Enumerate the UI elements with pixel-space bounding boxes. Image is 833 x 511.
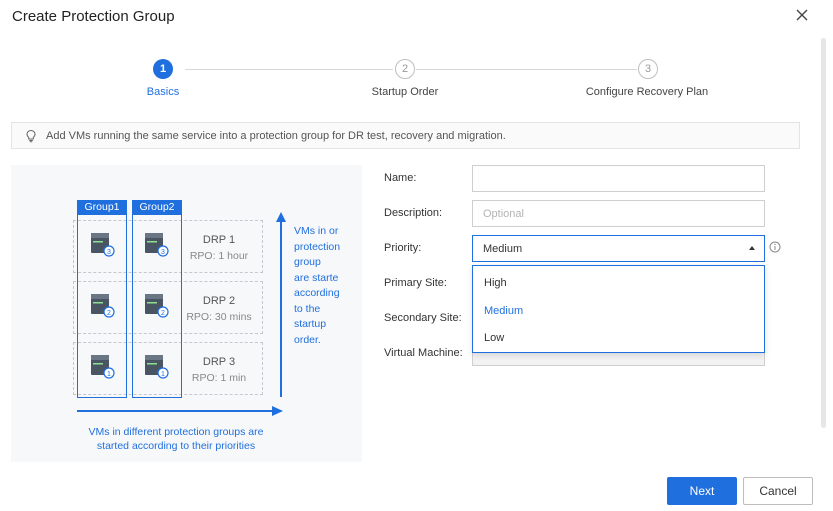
info-icon[interactable] bbox=[769, 241, 781, 253]
server-badge: 3 bbox=[161, 249, 165, 256]
arrow-right-icon bbox=[77, 406, 283, 416]
scrollbar[interactable] bbox=[821, 38, 826, 428]
priority-label: Priority: bbox=[384, 242, 422, 254]
caption-line: protection bbox=[294, 240, 341, 253]
next-button[interactable]: Next bbox=[667, 477, 737, 505]
caption-line: are starte bbox=[294, 271, 339, 284]
caption-line: VMs in or bbox=[294, 225, 339, 237]
server-icon: 2 bbox=[91, 294, 115, 318]
priority-option-low[interactable]: Low bbox=[484, 332, 504, 344]
priority-select[interactable]: Medium bbox=[472, 235, 765, 262]
priority-option-medium[interactable]: Medium bbox=[484, 305, 523, 317]
caption-line: to the bbox=[294, 302, 321, 315]
server-badge: 3 bbox=[107, 249, 111, 256]
step-1-label: Basics bbox=[146, 86, 180, 98]
step-connector bbox=[416, 69, 637, 70]
name-input[interactable] bbox=[472, 165, 765, 192]
cancel-button[interactable]: Cancel bbox=[743, 477, 813, 505]
hint-text: Add VMs running the same service into a … bbox=[46, 129, 506, 142]
description-label: Description: bbox=[384, 207, 443, 219]
horizontal-caption: VMs in different protection groups are s… bbox=[71, 425, 281, 453]
caption-line: order. bbox=[294, 333, 321, 346]
step-connector bbox=[185, 69, 393, 70]
dialog-title: Create Protection Group bbox=[12, 8, 175, 25]
priority-option-high[interactable]: High bbox=[484, 277, 507, 289]
drp-name: DRP 2 bbox=[202, 295, 236, 307]
server-icon: 3 bbox=[145, 233, 169, 257]
caption-line: according bbox=[294, 287, 340, 299]
lightbulb-icon bbox=[26, 129, 36, 142]
close-icon bbox=[796, 9, 808, 21]
group1-header: Group1 bbox=[77, 200, 127, 214]
step-2-circle[interactable]: 2 bbox=[395, 59, 415, 79]
caption-line: startup bbox=[294, 318, 327, 330]
server-badge: 2 bbox=[107, 310, 111, 317]
hint-bar: Add VMs running the same service into a … bbox=[11, 122, 800, 149]
step-3-circle[interactable]: 3 bbox=[638, 59, 658, 79]
caption-line: started according to their priorities bbox=[96, 440, 256, 452]
drp-name: DRP 1 bbox=[202, 234, 236, 246]
protection-group-illustration: Group1 Group2 3 3 2 2 1 1 DRP 1 RPO: 1 h… bbox=[11, 165, 362, 462]
drp-rpo: RPO: 30 mins bbox=[186, 311, 252, 323]
server-icon: 1 bbox=[91, 355, 115, 379]
group2-header: Group2 bbox=[132, 200, 182, 214]
server-icon: 3 bbox=[91, 233, 115, 257]
drp-rpo: RPO: 1 min bbox=[191, 372, 247, 384]
step-1-circle[interactable]: 1 bbox=[153, 59, 173, 79]
server-badge: 2 bbox=[161, 310, 165, 317]
priority-value: Medium bbox=[483, 242, 523, 255]
primary-site-label: Primary Site: bbox=[384, 277, 447, 289]
step-3-label: Configure Recovery Plan bbox=[585, 86, 709, 98]
name-label: Name: bbox=[384, 172, 417, 184]
server-badge: 1 bbox=[161, 371, 165, 378]
server-badge: 1 bbox=[107, 371, 111, 378]
description-input[interactable]: Optional bbox=[472, 200, 765, 227]
virtual-machine-label: Virtual Machine: bbox=[384, 347, 463, 359]
server-icon: 2 bbox=[145, 294, 169, 318]
arrow-up-icon bbox=[276, 212, 286, 397]
priority-dropdown: High Medium Low bbox=[472, 265, 765, 353]
drp-name: DRP 3 bbox=[202, 356, 236, 368]
secondary-site-label: Secondary Site: bbox=[384, 312, 462, 324]
caption-line: group bbox=[294, 256, 321, 268]
step-2-label: Startup Order bbox=[371, 86, 439, 98]
caret-up-icon bbox=[749, 246, 755, 250]
drp-rpo: RPO: 1 hour bbox=[189, 250, 249, 262]
server-icon: 1 bbox=[145, 355, 169, 379]
close-button[interactable] bbox=[793, 6, 811, 24]
caption-line: VMs in different protection groups are bbox=[88, 426, 264, 438]
vertical-caption: VMs in or protection group are starte ac… bbox=[294, 224, 354, 348]
